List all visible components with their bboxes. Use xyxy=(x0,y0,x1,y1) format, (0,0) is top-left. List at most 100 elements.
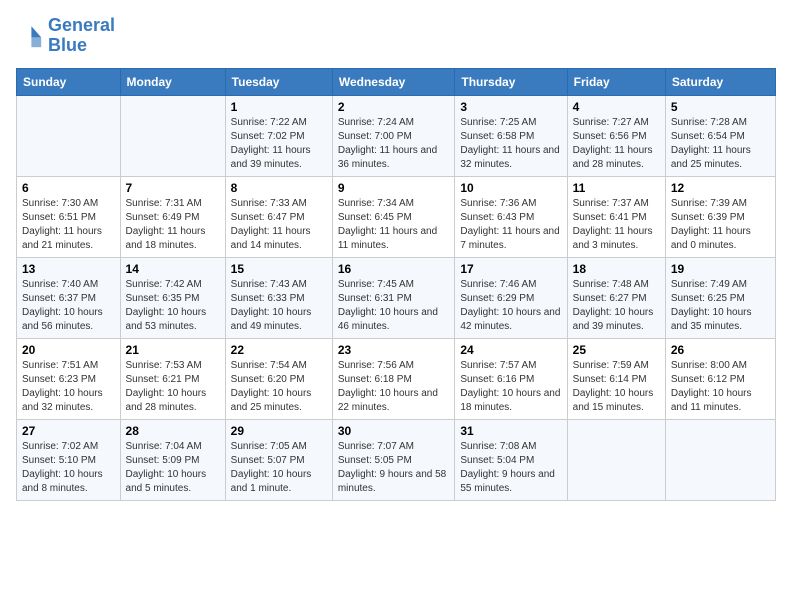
weekday-header-friday: Friday xyxy=(567,68,665,95)
calendar-cell: 15 Sunrise: 7:43 AM Sunset: 6:33 PM Dayli… xyxy=(225,257,332,338)
day-number: 18 xyxy=(573,262,660,276)
calendar-cell: 23 Sunrise: 7:56 AM Sunset: 6:18 PM Dayli… xyxy=(332,338,455,419)
day-number: 14 xyxy=(126,262,220,276)
day-info: Sunrise: 8:00 AM Sunset: 6:12 PM Dayligh… xyxy=(671,359,770,415)
calendar-week-row: 6 Sunrise: 7:30 AM Sunset: 6:51 PM Daylig… xyxy=(17,176,776,257)
day-info: Sunrise: 7:45 AM Sunset: 6:31 PM Dayligh… xyxy=(338,278,450,334)
day-number: 11 xyxy=(573,181,660,195)
calendar-week-row: 20 Sunrise: 7:51 AM Sunset: 6:23 PM Dayli… xyxy=(17,338,776,419)
calendar-cell: 31 Sunrise: 7:08 AM Sunset: 5:04 PM Dayli… xyxy=(455,419,567,500)
weekday-header-saturday: Saturday xyxy=(665,68,775,95)
day-number: 15 xyxy=(231,262,327,276)
day-info: Sunrise: 7:08 AM Sunset: 5:04 PM Dayligh… xyxy=(460,440,561,496)
day-info: Sunrise: 7:39 AM Sunset: 6:39 PM Dayligh… xyxy=(671,197,770,253)
day-number: 6 xyxy=(22,181,115,195)
calendar-cell xyxy=(120,95,225,176)
logo-text: General Blue xyxy=(48,16,115,56)
calendar-cell: 19Sunrise: 7:49 AM Sunset: 6:25 PM Dayli… xyxy=(665,257,775,338)
day-info: Sunrise: 7:22 AM Sunset: 7:02 PM Dayligh… xyxy=(231,116,327,172)
weekday-header-monday: Monday xyxy=(120,68,225,95)
day-number: 27 xyxy=(22,424,115,438)
calendar-cell: 22 Sunrise: 7:54 AM Sunset: 6:20 PM Dayli… xyxy=(225,338,332,419)
day-info: Sunrise: 7:43 AM Sunset: 6:33 PM Dayligh… xyxy=(231,278,327,334)
calendar-cell: 20 Sunrise: 7:51 AM Sunset: 6:23 PM Dayli… xyxy=(17,338,121,419)
calendar-cell: 7 Sunrise: 7:31 AM Sunset: 6:49 PM Daylig… xyxy=(120,176,225,257)
day-info: Sunrise: 7:48 AM Sunset: 6:27 PM Dayligh… xyxy=(573,278,660,334)
day-info: Sunrise: 7:31 AM Sunset: 6:49 PM Dayligh… xyxy=(126,197,220,253)
day-info: Sunrise: 7:27 AM Sunset: 6:56 PM Dayligh… xyxy=(573,116,660,172)
calendar-cell xyxy=(567,419,665,500)
logo-icon xyxy=(16,22,44,50)
day-number: 8 xyxy=(231,181,327,195)
day-number: 31 xyxy=(460,424,561,438)
calendar-cell: 11 Sunrise: 7:37 AM Sunset: 6:41 PM Dayli… xyxy=(567,176,665,257)
calendar-cell: 24 Sunrise: 7:57 AM Sunset: 6:16 PM Dayli… xyxy=(455,338,567,419)
day-number: 25 xyxy=(573,343,660,357)
day-number: 29 xyxy=(231,424,327,438)
day-info: Sunrise: 7:53 AM Sunset: 6:21 PM Dayligh… xyxy=(126,359,220,415)
calendar-cell: 18 Sunrise: 7:48 AM Sunset: 6:27 PM Dayli… xyxy=(567,257,665,338)
day-number: 30 xyxy=(338,424,450,438)
day-info: Sunrise: 7:56 AM Sunset: 6:18 PM Dayligh… xyxy=(338,359,450,415)
day-info: Sunrise: 7:30 AM Sunset: 6:51 PM Dayligh… xyxy=(22,197,115,253)
day-number: 3 xyxy=(460,100,561,114)
day-number: 24 xyxy=(460,343,561,357)
calendar-cell xyxy=(665,419,775,500)
day-number: 28 xyxy=(126,424,220,438)
calendar-cell: 1 Sunrise: 7:22 AM Sunset: 7:02 PM Daylig… xyxy=(225,95,332,176)
day-info: Sunrise: 7:37 AM Sunset: 6:41 PM Dayligh… xyxy=(573,197,660,253)
day-number: 26 xyxy=(671,343,770,357)
day-info: Sunrise: 7:57 AM Sunset: 6:16 PM Dayligh… xyxy=(460,359,561,415)
day-number: 7 xyxy=(126,181,220,195)
day-info: Sunrise: 7:59 AM Sunset: 6:14 PM Dayligh… xyxy=(573,359,660,415)
calendar-cell: 21 Sunrise: 7:53 AM Sunset: 6:21 PM Dayli… xyxy=(120,338,225,419)
day-number: 4 xyxy=(573,100,660,114)
day-number: 23 xyxy=(338,343,450,357)
day-number: 21 xyxy=(126,343,220,357)
day-info: Sunrise: 7:25 AM Sunset: 6:58 PM Dayligh… xyxy=(460,116,561,172)
weekday-header-thursday: Thursday xyxy=(455,68,567,95)
calendar-cell xyxy=(17,95,121,176)
day-info: Sunrise: 7:40 AM Sunset: 6:37 PM Dayligh… xyxy=(22,278,115,334)
day-info: Sunrise: 7:42 AM Sunset: 6:35 PM Dayligh… xyxy=(126,278,220,334)
day-info: Sunrise: 7:34 AM Sunset: 6:45 PM Dayligh… xyxy=(338,197,450,253)
calendar-cell: 17 Sunrise: 7:46 AM Sunset: 6:29 PM Dayli… xyxy=(455,257,567,338)
calendar-cell: 13 Sunrise: 7:40 AM Sunset: 6:37 PM Dayli… xyxy=(17,257,121,338)
day-info: Sunrise: 7:24 AM Sunset: 7:00 PM Dayligh… xyxy=(338,116,450,172)
calendar-cell: 14 Sunrise: 7:42 AM Sunset: 6:35 PM Dayli… xyxy=(120,257,225,338)
calendar-cell: 30 Sunrise: 7:07 AM Sunset: 5:05 PM Dayli… xyxy=(332,419,455,500)
day-info: Sunrise: 7:04 AM Sunset: 5:09 PM Dayligh… xyxy=(126,440,220,496)
logo: General Blue xyxy=(16,16,115,56)
day-number: 10 xyxy=(460,181,561,195)
day-info: Sunrise: 7:54 AM Sunset: 6:20 PM Dayligh… xyxy=(231,359,327,415)
calendar-cell: 2 Sunrise: 7:24 AM Sunset: 7:00 PM Daylig… xyxy=(332,95,455,176)
calendar-cell: 8 Sunrise: 7:33 AM Sunset: 6:47 PM Daylig… xyxy=(225,176,332,257)
calendar-cell: 9 Sunrise: 7:34 AM Sunset: 6:45 PM Daylig… xyxy=(332,176,455,257)
calendar-cell: 16 Sunrise: 7:45 AM Sunset: 6:31 PM Dayli… xyxy=(332,257,455,338)
day-info: Sunrise: 7:07 AM Sunset: 5:05 PM Dayligh… xyxy=(338,440,450,496)
calendar-cell: 6 Sunrise: 7:30 AM Sunset: 6:51 PM Daylig… xyxy=(17,176,121,257)
calendar-cell: 12Sunrise: 7:39 AM Sunset: 6:39 PM Dayli… xyxy=(665,176,775,257)
weekday-header-sunday: Sunday xyxy=(17,68,121,95)
day-info: Sunrise: 7:28 AM Sunset: 6:54 PM Dayligh… xyxy=(671,116,770,172)
calendar-table: SundayMondayTuesdayWednesdayThursdayFrid… xyxy=(16,68,776,501)
day-info: Sunrise: 7:02 AM Sunset: 5:10 PM Dayligh… xyxy=(22,440,115,496)
day-info: Sunrise: 7:51 AM Sunset: 6:23 PM Dayligh… xyxy=(22,359,115,415)
day-number: 20 xyxy=(22,343,115,357)
calendar-cell: 5Sunrise: 7:28 AM Sunset: 6:54 PM Daylig… xyxy=(665,95,775,176)
day-number: 17 xyxy=(460,262,561,276)
day-info: Sunrise: 7:46 AM Sunset: 6:29 PM Dayligh… xyxy=(460,278,561,334)
weekday-header-tuesday: Tuesday xyxy=(225,68,332,95)
weekday-header-row: SundayMondayTuesdayWednesdayThursdayFrid… xyxy=(17,68,776,95)
day-info: Sunrise: 7:33 AM Sunset: 6:47 PM Dayligh… xyxy=(231,197,327,253)
day-number: 13 xyxy=(22,262,115,276)
day-number: 22 xyxy=(231,343,327,357)
day-number: 1 xyxy=(231,100,327,114)
calendar-cell: 25 Sunrise: 7:59 AM Sunset: 6:14 PM Dayli… xyxy=(567,338,665,419)
day-number: 2 xyxy=(338,100,450,114)
calendar-cell: 27 Sunrise: 7:02 AM Sunset: 5:10 PM Dayli… xyxy=(17,419,121,500)
calendar-cell: 29 Sunrise: 7:05 AM Sunset: 5:07 PM Dayli… xyxy=(225,419,332,500)
day-info: Sunrise: 7:05 AM Sunset: 5:07 PM Dayligh… xyxy=(231,440,327,496)
day-number: 9 xyxy=(338,181,450,195)
day-number: 16 xyxy=(338,262,450,276)
